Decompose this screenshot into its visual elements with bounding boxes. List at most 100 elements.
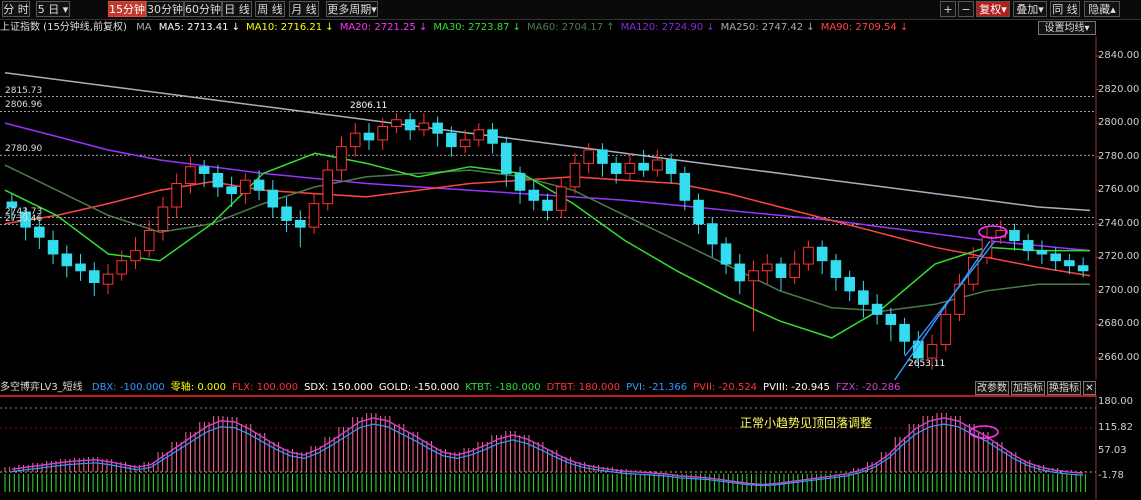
ma-settings-button[interactable]: 设置均线▾	[1038, 21, 1096, 35]
candle-body	[624, 162, 636, 174]
candle-body	[308, 203, 320, 228]
price-tick-label: 2760.00	[1098, 184, 1140, 196]
candle-body	[514, 172, 526, 191]
candle-body	[363, 132, 375, 141]
change-params-button[interactable]: 改参数	[975, 381, 1009, 395]
candle-body	[212, 172, 224, 188]
candle-body	[473, 129, 485, 141]
candle-body	[858, 290, 869, 305]
same-line-button[interactable]: 同 线	[1050, 1, 1080, 17]
chart-title: 上证指数 (15分钟线,前复权)	[0, 22, 127, 33]
price-tick-label: 2800.00	[1098, 117, 1140, 129]
candle-body	[954, 283, 965, 315]
ma-legend-item: MA90: 2709.54 ↓	[820, 22, 909, 33]
candle-body	[720, 243, 732, 265]
candle-body	[803, 246, 814, 265]
price-tick-label: 2780.00	[1098, 150, 1140, 162]
ma-legend-item: MA60: 2704.17 ↑	[527, 22, 615, 33]
candle-body	[446, 132, 457, 148]
candle-body	[267, 189, 279, 208]
candle-body	[761, 263, 773, 272]
indicator-legend-item: FLX: 100.000	[231, 382, 299, 393]
candle-body	[157, 206, 169, 231]
candle-body	[1050, 253, 1061, 262]
candle-body	[226, 186, 237, 195]
candle-body	[459, 139, 471, 148]
candle-body	[322, 169, 334, 205]
tab-weekly[interactable]: 周 线	[255, 1, 285, 17]
candle-body	[775, 263, 787, 278]
ma-line-ma60	[4, 164, 1090, 312]
tab-30min[interactable]: 30分钟	[146, 1, 184, 17]
ma-legend: 上证指数 (15分钟线,前复权) MA MA5: 2713.41 ↓ MA10: …	[0, 20, 1141, 36]
candle-body	[1077, 265, 1089, 272]
candle-body	[638, 162, 649, 171]
price-tick-label: 2740.00	[1098, 217, 1140, 229]
price-tick-label: 2840.00	[1098, 50, 1140, 61]
indicator-legend-item: PVIII: -20.945	[763, 382, 830, 393]
indicator-legend-item: DBX: -100.000	[91, 382, 165, 393]
candle-body	[816, 246, 828, 262]
overlay-button[interactable]: 叠加▾	[1013, 1, 1047, 17]
tab-fenshi[interactable]: 分 时	[2, 1, 30, 17]
tab-more-label: 更多周期	[327, 3, 372, 16]
tab-monthly[interactable]: 月 线	[289, 1, 319, 17]
candle-body	[679, 172, 691, 201]
candle-body	[885, 313, 897, 325]
candle-body	[940, 313, 952, 346]
close-icon[interactable]: ✕	[1083, 381, 1096, 395]
candle-body	[542, 199, 553, 211]
candle-body	[47, 240, 59, 255]
candle-body	[1064, 260, 1075, 267]
price-tick-label: 2680.00	[1098, 318, 1140, 330]
candle-body	[597, 149, 608, 164]
candle-body	[528, 189, 540, 201]
candle-body	[610, 162, 622, 174]
candle-body	[240, 179, 251, 195]
indicator-legend-item: PVII: -20.524	[693, 382, 758, 393]
ma-legend-item: MA5: 2713.41 ↓	[158, 22, 241, 33]
candle-body	[185, 166, 196, 185]
candle-body	[349, 132, 361, 148]
candle-body	[789, 263, 801, 278]
price-tick-label: 2660.00	[1098, 352, 1140, 363]
candle-body	[926, 344, 938, 359]
ma-label: MA	[136, 22, 152, 33]
fuquan-button[interactable]: 复权▾	[976, 1, 1010, 17]
candle-body	[500, 142, 512, 174]
level-label: 2815.73	[5, 85, 43, 96]
indicator-legend: 多空博弈LV3_短线 DBX: -100.000 零轴: 0.000 FLX: 10…	[0, 380, 1141, 395]
indicator-legend-item: DTBT: 180.000	[546, 382, 621, 393]
price-tick-label: 2720.00	[1098, 251, 1140, 263]
zoom-in-button[interactable]: +	[940, 1, 956, 17]
candle-body	[130, 250, 141, 262]
hide-button[interactable]: 隐藏▴	[1084, 1, 1120, 17]
candle-body	[652, 159, 663, 171]
tab-5day[interactable]: 5 日 ▾	[36, 1, 70, 17]
overlay-label: 叠加	[1016, 3, 1039, 16]
add-indicator-button[interactable]: 加指标	[1011, 381, 1045, 395]
ma-legend-item: MA250: 2747.42 ↓	[720, 22, 815, 33]
candle-body	[281, 206, 292, 221]
indicator-name: 多空博弈LV3_短线	[0, 382, 83, 393]
ma-legend-item: MA30: 2723.87 ↓	[433, 22, 521, 33]
candle-body	[391, 119, 402, 127]
chevron-down-icon: ▾	[1038, 3, 1044, 16]
zoom-out-button[interactable]: −	[958, 1, 974, 17]
switch-indicator-button[interactable]: 换指标	[1047, 381, 1081, 395]
tab-60min[interactable]: 60分钟	[184, 1, 222, 17]
tab-daily[interactable]: 日 线	[222, 1, 252, 17]
tab-more-periods[interactable]: 更多周期▾	[326, 1, 378, 17]
fuquan-label: 复权	[979, 3, 1002, 16]
low-annotation: 2653.11	[908, 359, 946, 369]
chevron-down-icon: ▾	[1001, 3, 1007, 16]
candle-body	[418, 122, 430, 131]
indicator-chart[interactable]	[0, 395, 1141, 500]
candle-body	[899, 323, 910, 342]
candle-body	[748, 270, 759, 282]
candle-body	[88, 270, 100, 283]
ma-settings-label: 设置均线	[1044, 23, 1085, 34]
annotation-comment: 正常小趋势见顶回落调整	[740, 416, 873, 430]
price-chart[interactable]	[0, 36, 1141, 380]
tab-15min[interactable]: 15分钟	[108, 1, 146, 17]
